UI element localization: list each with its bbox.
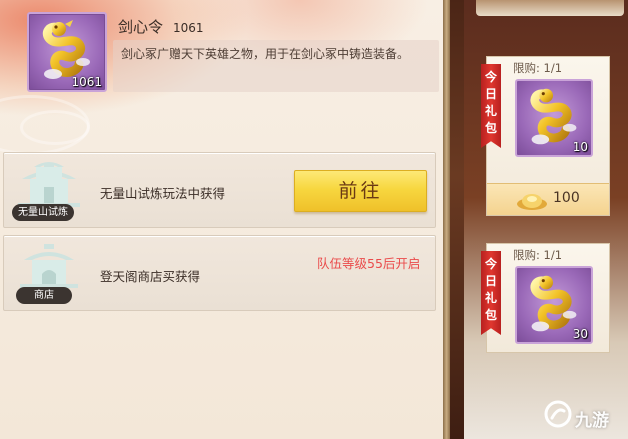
gift-item-frame: 10 bbox=[515, 79, 593, 157]
cloud-decoration bbox=[20, 110, 90, 145]
item-count-badge: 1061 bbox=[71, 75, 102, 89]
gold-ingot-icon bbox=[517, 194, 547, 210]
item-owned-count: 1061 bbox=[173, 21, 204, 35]
item-count-badge: 30 bbox=[572, 327, 588, 341]
purchase-limit: 限购: 1/1 bbox=[513, 248, 563, 262]
source-row-trial: 无量山试炼 无量山试炼玩法中获得 前往 bbox=[3, 152, 436, 228]
panel-divider bbox=[443, 0, 450, 439]
unlock-requirement: 队伍等级55后开启 bbox=[317, 256, 421, 271]
gift-pack-card[interactable]: 限购: 1/1 今日礼包 10 100 bbox=[481, 56, 610, 216]
daily-gift-ribbon: 今日礼包 bbox=[481, 64, 501, 148]
item-count-badge: 10 bbox=[572, 140, 588, 154]
item-title-row: 剑心令 1061 bbox=[118, 16, 204, 37]
scroll-header bbox=[476, 0, 624, 16]
goto-button[interactable]: 前往 bbox=[294, 170, 427, 212]
gift-pack-card[interactable]: 限购: 1/1 今日礼包 30 bbox=[481, 243, 610, 353]
item-description: 剑心冢广赠天下英雄之物，用于在剑心冢中铸造装备。 bbox=[113, 40, 439, 92]
price-button[interactable]: 100 bbox=[487, 183, 609, 215]
gift-item-frame: 30 bbox=[515, 266, 593, 344]
daily-gift-ribbon: 今日礼包 bbox=[481, 251, 501, 335]
item-icon-frame: 1061 bbox=[27, 12, 107, 92]
price-value: 100 bbox=[553, 190, 580, 206]
source-description: 登天阁商店买获得 bbox=[100, 269, 201, 284]
item-detail-panel: 1061 剑心令 1061 剑心冢广赠天下英雄之物，用于在剑心冢中铸造装备。 无量… bbox=[0, 0, 443, 439]
source-tag: 商店 bbox=[16, 287, 72, 304]
purchase-limit: 限购: 1/1 bbox=[513, 61, 563, 75]
side-strip bbox=[450, 0, 464, 439]
source-tag: 无量山试炼 bbox=[12, 204, 74, 221]
source-row-shop: 商店 登天阁商店买获得 队伍等级55后开启 bbox=[3, 235, 436, 311]
item-name: 剑心令 bbox=[118, 18, 164, 36]
jiuyou-logo-icon bbox=[544, 400, 572, 428]
source-description: 无量山试炼玩法中获得 bbox=[100, 186, 226, 201]
watermark-text: 九游 bbox=[575, 411, 609, 431]
